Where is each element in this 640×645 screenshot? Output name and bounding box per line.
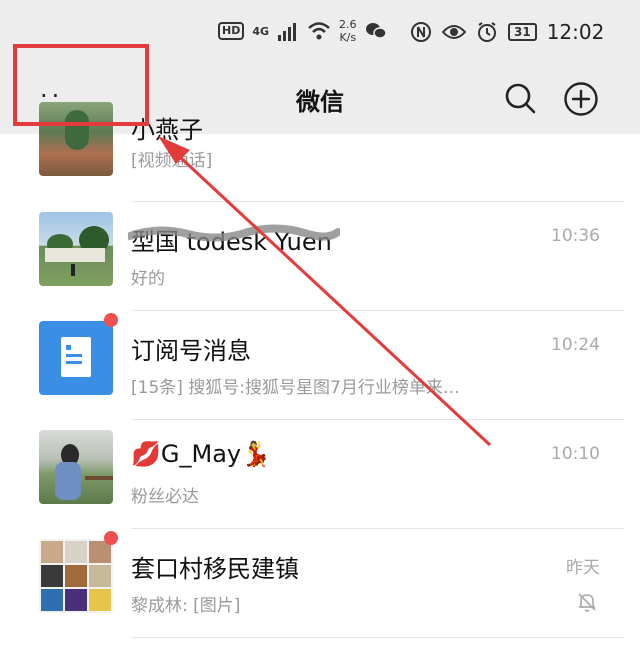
chat-time: 昨天 [566, 558, 600, 578]
network-type: 4G [252, 24, 270, 38]
subscription-avatar [39, 321, 113, 395]
chat-item[interactable]: 订阅号消息 [15条] 搜狐号:搜狐号星图7月行业榜单来… 10:24 [0, 311, 640, 420]
chat-preview: 好的 [131, 269, 165, 289]
chat-time: 10:24 [551, 335, 600, 355]
status-left-icons: HD 4G 2.6 K/s [218, 18, 387, 44]
document-icon [61, 337, 91, 377]
alarm-icon [478, 22, 496, 42]
chat-name: 订阅号消息 [131, 337, 251, 365]
chat-item[interactable]: 小燕子 [视频通话] [0, 102, 640, 202]
chat-preview: 黎成林: [图片] [131, 596, 241, 616]
speed-value: 2.6 [339, 18, 357, 31]
signal-icon [278, 23, 297, 41]
group-avatar [39, 539, 113, 613]
mute-bell-icon [578, 593, 596, 612]
chat-preview: [15条] 搜狐号:搜狐号星图7月行业榜单来… [131, 378, 460, 398]
chat-preview: [视频通话] [131, 151, 213, 171]
unread-dot [104, 531, 118, 545]
chat-item[interactable]: 💋G_May💃 粉丝必达 10:10 [0, 420, 640, 529]
avatar [39, 212, 113, 286]
chat-name: 套口村移民建镇 [131, 555, 299, 583]
chat-time: 10:36 [551, 226, 600, 246]
divider [131, 637, 624, 638]
chat-item[interactable]: 型国 todesk Yuen 好的 10:36 [0, 202, 640, 311]
battery-indicator: 31 [508, 23, 537, 41]
network-speed: 2.6 K/s [339, 18, 357, 44]
clock: 12:02 [546, 20, 605, 44]
chat-preview: 粉丝必达 [131, 487, 199, 507]
chat-time: 10:10 [551, 444, 600, 464]
unread-dot [104, 313, 118, 327]
highlight-box [13, 44, 149, 126]
chat-name: 💋G_May💃 [131, 440, 271, 468]
wifi-icon [308, 22, 330, 40]
status-right-icons: 31 12:02 [410, 20, 604, 44]
wechat-icon [365, 23, 387, 39]
chat-list: 小燕子 [视频通话] 型国 todesk Yuen 好的 10:36 订阅号消息… [0, 102, 640, 638]
hd-badge: HD [218, 22, 245, 40]
eye-icon [442, 25, 466, 39]
avatar [39, 430, 113, 504]
chat-item[interactable]: 套口村移民建镇 黎成林: [图片] 昨天 [0, 529, 640, 638]
add-icon[interactable] [562, 80, 600, 118]
redaction-scribble [128, 224, 340, 242]
nfc-icon [411, 22, 431, 42]
search-icon[interactable] [502, 80, 538, 116]
speed-unit: K/s [339, 31, 357, 44]
